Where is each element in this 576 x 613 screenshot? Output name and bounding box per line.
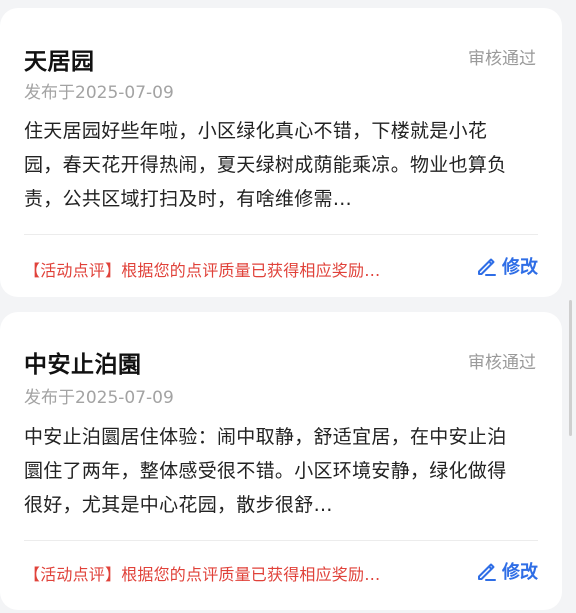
edit-label: 修改 bbox=[502, 257, 538, 278]
divider bbox=[24, 540, 538, 541]
review-content[interactable]: 住天居园好些年啦，小区绿化真心不错，下楼就是小花园，春天花开得热闹，夏天绿树成荫… bbox=[24, 114, 524, 216]
edit-button[interactable]: 修改 bbox=[475, 253, 538, 279]
community-title: 中安止泊園 bbox=[24, 352, 142, 378]
pencil-icon bbox=[475, 560, 497, 582]
pencil-icon bbox=[475, 255, 497, 277]
review-list: 天居园 审核通过 发布于2025-07-09 住天居园好些年啦，小区绿化真心不错… bbox=[0, 0, 576, 613]
review-content[interactable]: 中安止泊圜居住体验：闹中取静，舒适宜居，在中安止泊圜住了两年，整体感受很不错。小… bbox=[24, 420, 524, 522]
edit-button[interactable]: 修改 bbox=[475, 558, 538, 584]
publish-date: 发布于2025-07-09 bbox=[24, 388, 174, 408]
divider bbox=[24, 234, 538, 235]
scrollbar[interactable] bbox=[569, 300, 572, 436]
publish-date: 发布于2025-07-09 bbox=[24, 83, 174, 103]
status-badge: 审核通过 bbox=[468, 49, 536, 69]
community-title: 天居园 bbox=[24, 49, 95, 75]
edit-label: 修改 bbox=[502, 562, 538, 583]
review-card[interactable]: 天居园 审核通过 发布于2025-07-09 住天居园好些年啦，小区绿化真心不错… bbox=[0, 8, 562, 297]
review-card[interactable]: 中安止泊園 审核通过 发布于2025-07-09 中安止泊圜居住体验：闹中取静，… bbox=[0, 312, 562, 610]
reward-note: 【活动点评】根据您的点评质量已获得相应奖励… bbox=[24, 261, 381, 280]
status-badge: 审核通过 bbox=[468, 353, 536, 373]
reward-note: 【活动点评】根据您的点评质量已获得相应奖励… bbox=[24, 565, 381, 584]
